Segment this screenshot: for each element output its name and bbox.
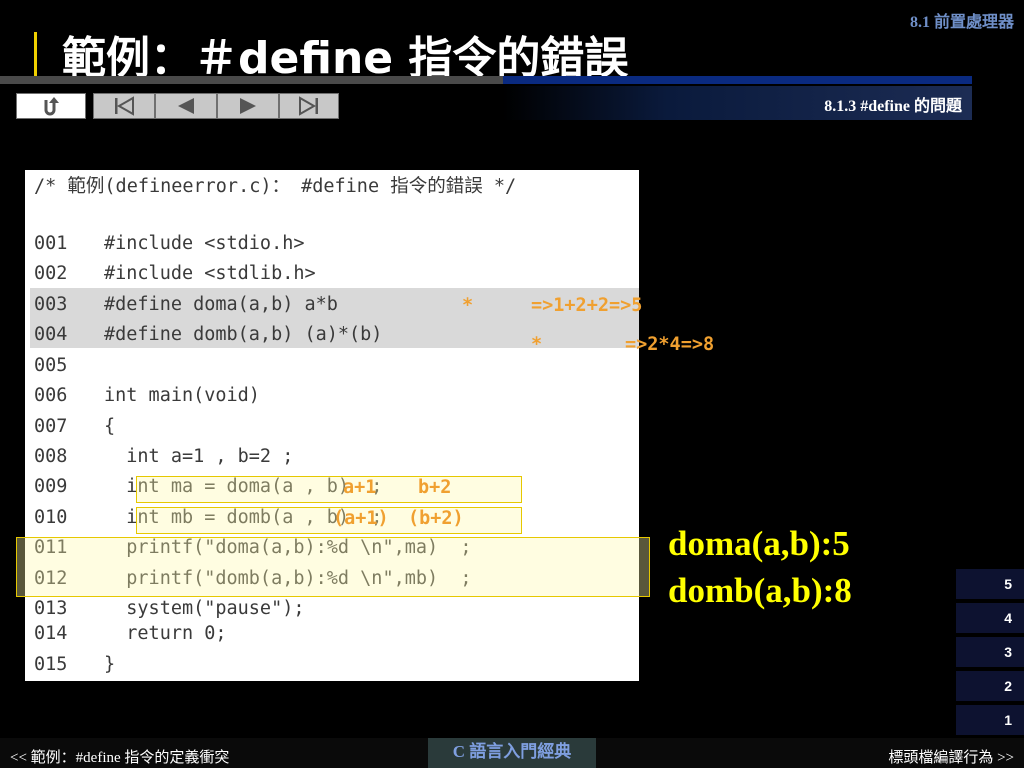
page-item-5[interactable]: 5: [956, 569, 1024, 599]
printf-lines-highlight: [16, 537, 650, 597]
line-number: 015: [34, 654, 68, 675]
code-text: #include <stdio.h>: [104, 233, 305, 254]
code-text: }: [104, 654, 116, 675]
code-text: {: [104, 416, 116, 437]
book-title: C 語言入門經典: [428, 738, 596, 768]
line-number: 003: [34, 294, 68, 315]
subheader-bar: 8.1.3 #define 的問題: [503, 86, 972, 120]
return-button[interactable]: [16, 93, 86, 119]
line-number: 005: [34, 355, 68, 376]
line-number: 002: [34, 263, 68, 284]
annotation-ma-arg-a: a+1: [343, 477, 377, 498]
code-text: #define domb(a,b) (a)*(b): [104, 324, 383, 345]
next-topic-link[interactable]: 標頭檔編譯行為 >>: [888, 746, 1014, 767]
code-comment: /* 範例(defineerror.c)： #define 指令的錯誤 */: [34, 176, 517, 197]
prev-page-button[interactable]: [155, 93, 217, 119]
annotation-mb-arg-a: (a+1): [333, 508, 389, 529]
line-number: 010: [34, 507, 68, 528]
line-number: 006: [34, 385, 68, 406]
annotation-star-doma: *: [462, 295, 474, 316]
code-line: 008 int a=1 , b=2 ;: [34, 446, 293, 467]
annotation-star-domb: *: [531, 334, 543, 355]
page-item-1[interactable]: 1: [956, 705, 1024, 735]
result-domb: domb(a,b):8: [668, 571, 852, 610]
last-page-button[interactable]: [279, 93, 339, 119]
code-line: 013 system("pause");: [34, 598, 304, 619]
doma-call-highlight: [136, 476, 522, 503]
return-arrow-icon: [44, 97, 59, 116]
annotation-calc-domb: =>2*4=>8: [625, 334, 715, 355]
line-number: 007: [34, 416, 68, 437]
prev-page-icon: [178, 98, 194, 114]
code-line: 002 #include <stdlib.h>: [34, 263, 316, 284]
code-line: 005: [34, 355, 104, 376]
code-text: #include <stdlib.h>: [104, 263, 316, 284]
code-text: return 0;: [104, 623, 227, 644]
line-number: 001: [34, 233, 68, 254]
line-number: 013: [34, 598, 68, 619]
domb-call-highlight: [136, 507, 522, 534]
line-number: 004: [34, 324, 68, 345]
code-line: 006 int main(void): [34, 385, 260, 406]
next-page-button[interactable]: [217, 93, 279, 119]
annotation-ma-arg-b: b+2: [418, 477, 452, 498]
prev-topic-link[interactable]: << 範例：#define 指令的定義衝突: [10, 746, 229, 767]
code-text: int main(void): [104, 385, 260, 406]
line-number: 014: [34, 623, 68, 644]
header-rule-accent: [503, 76, 972, 84]
code-line: 015}: [34, 654, 115, 675]
code-line: 001 #include <stdio.h>: [34, 233, 304, 254]
first-page-icon: [115, 96, 134, 116]
code-line: 007 {: [34, 416, 115, 437]
line-number: 009: [34, 476, 68, 497]
section-label: 8.1 前置處理器: [909, 14, 1014, 31]
first-page-button[interactable]: [93, 93, 155, 119]
result-doma: doma(a,b):5: [668, 524, 850, 563]
subsection-label: 8.1.3 #define 的問題: [824, 98, 962, 115]
annotation-calc-doma: =>1+2+2=>5: [531, 295, 643, 316]
line-number: 008: [34, 446, 68, 467]
code-line: 014 return 0;: [34, 623, 227, 644]
page-item-3[interactable]: 3: [956, 637, 1024, 667]
code-line: 003 #define doma(a,b) a*b: [34, 294, 338, 315]
code-line: 004 #define domb(a,b) (a)*(b): [34, 324, 382, 345]
next-page-icon: [240, 98, 256, 114]
code-text: int a=1 , b=2 ;: [104, 446, 294, 467]
annotation-mb-arg-b: (b+2): [408, 508, 464, 529]
title-accent-bar: [34, 32, 37, 80]
code-text: #define doma(a,b) a*b: [104, 294, 338, 315]
page-item-2[interactable]: 2: [956, 671, 1024, 701]
last-page-icon: [299, 96, 318, 116]
code-text: system("pause");: [104, 598, 305, 619]
page-item-4[interactable]: 4: [956, 603, 1024, 633]
